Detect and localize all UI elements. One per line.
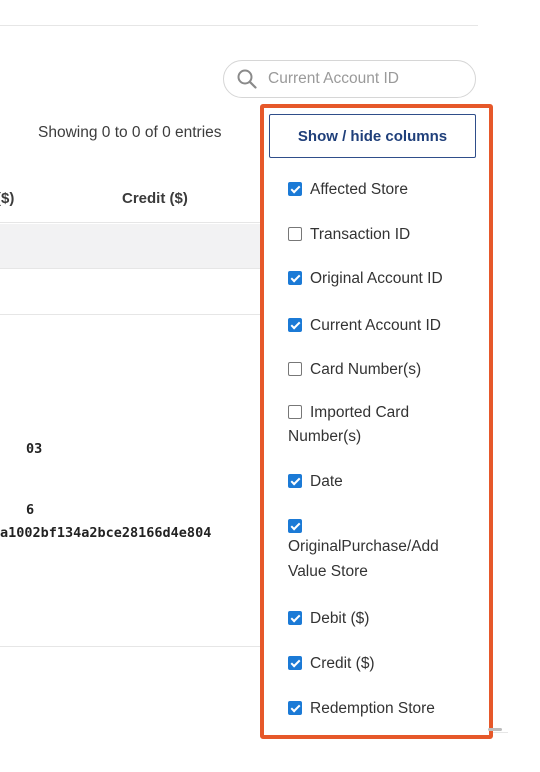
top-divider: [0, 25, 478, 26]
column-option-affected-store[interactable]: Affected Store: [288, 178, 478, 202]
column-option-card-numbers[interactable]: Card Number(s): [288, 358, 478, 382]
checkbox[interactable]: [288, 318, 302, 332]
checkbox[interactable]: [288, 519, 302, 533]
entries-info: Showing 0 to 0 of 0 entries: [38, 124, 222, 141]
column-option-original-account-id[interactable]: Original Account ID: [288, 267, 478, 291]
checkbox[interactable]: [288, 362, 302, 376]
checkbox[interactable]: [288, 227, 302, 241]
column-header-debit[interactable]: ($): [0, 190, 14, 207]
column-option-credit[interactable]: Credit ($): [288, 652, 478, 676]
column-option-debit[interactable]: Debit ($): [288, 607, 478, 631]
column-visibility-menu: Show / hide columns Affected Store Trans…: [260, 104, 493, 739]
show-hide-columns-button[interactable]: Show / hide columns: [269, 114, 476, 158]
table-cell: 03: [26, 441, 43, 457]
row-divider: [0, 314, 262, 315]
table-cell: a1002bf134a2bce28166d4e804: [0, 525, 212, 541]
table-cell: 6: [26, 502, 35, 518]
checkbox[interactable]: [288, 474, 302, 488]
scrollbar[interactable]: [488, 728, 502, 731]
row-divider: [0, 268, 262, 269]
column-option-original-purchase-store[interactable]: OriginalPurchase/Add Value Store: [288, 516, 468, 584]
checkbox[interactable]: [288, 611, 302, 625]
column-option-transaction-id[interactable]: Transaction ID: [288, 223, 478, 247]
search-placeholder: Current Account ID: [268, 70, 399, 87]
empty-table-row: [0, 224, 300, 268]
column-header-credit[interactable]: Credit ($): [122, 190, 188, 207]
checkbox[interactable]: [288, 271, 302, 285]
checkbox[interactable]: [288, 701, 302, 715]
row-divider: [0, 646, 262, 647]
checkbox[interactable]: [288, 656, 302, 670]
column-option-imported-card-numbers[interactable]: Imported Card Number(s): [288, 401, 458, 449]
column-option-current-account-id[interactable]: Current Account ID: [288, 314, 478, 338]
checkbox[interactable]: [288, 182, 302, 196]
checkbox[interactable]: [288, 405, 302, 419]
header-divider: [0, 222, 262, 223]
column-option-date[interactable]: Date: [288, 470, 478, 494]
search-icon: [237, 69, 257, 89]
search-input[interactable]: Current Account ID: [223, 60, 476, 98]
column-option-redemption-store[interactable]: Redemption Store: [288, 697, 478, 721]
